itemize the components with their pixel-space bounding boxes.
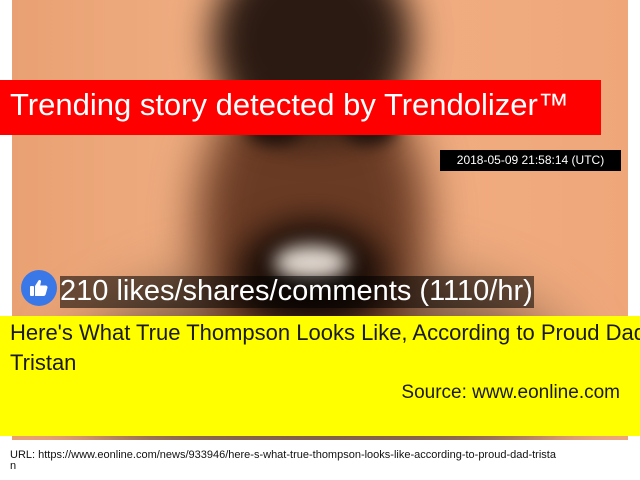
story-panel: Here's What True Thompson Looks Like, Ac… (0, 316, 640, 436)
engagement-count: 210 likes/shares/comments (1110/hr) (60, 275, 534, 308)
story-source[interactable]: Source: www.eonline.com (401, 381, 620, 405)
story-headline[interactable]: Here's What True Thompson Looks Like, Ac… (10, 318, 640, 378)
story-url[interactable]: URL: https://www.eonline.com/news/933946… (10, 450, 560, 472)
trending-banner: Trending story detected by Trendolizer™ (0, 80, 601, 135)
trend-card: Trending story detected by Trendolizer™ … (0, 0, 640, 480)
timestamp-badge: 2018-05-09 21:58:14 (UTC) (440, 150, 621, 171)
thumbs-up-icon (21, 270, 57, 306)
